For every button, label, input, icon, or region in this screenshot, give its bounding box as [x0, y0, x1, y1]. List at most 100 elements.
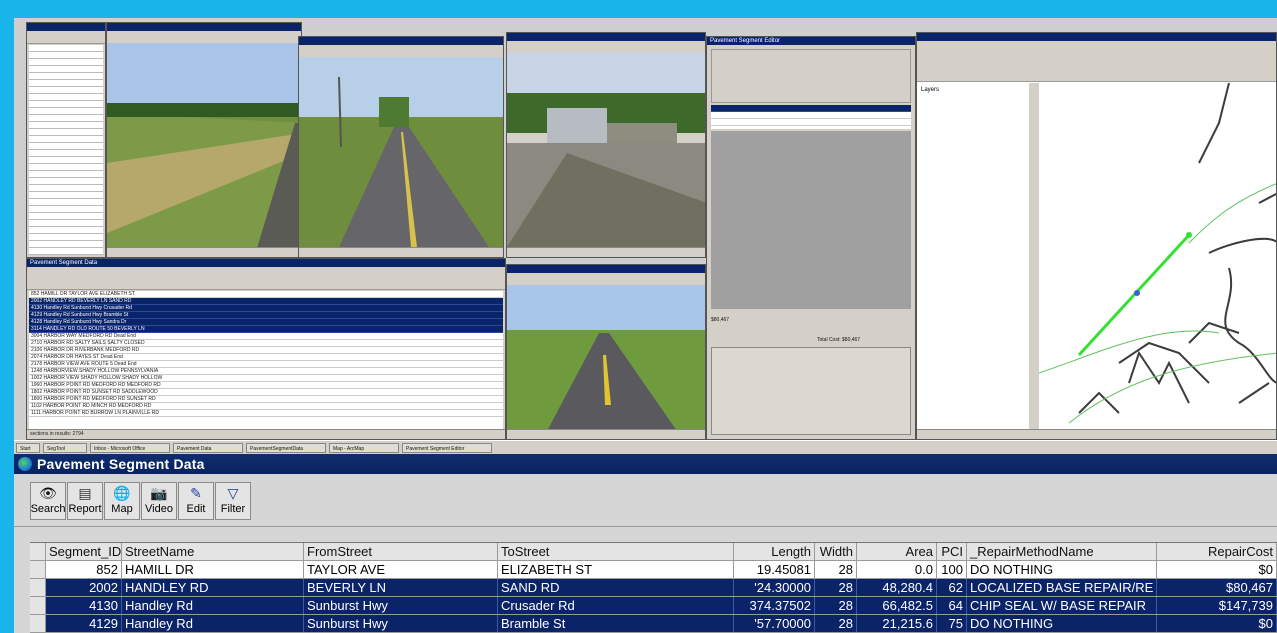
video-3-titlebar[interactable]	[507, 33, 705, 41]
mini-table-row[interactable]: 2074 HARBOR DR HAYES ST Dead End	[29, 354, 503, 361]
mini-table-rows[interactable]: 852 HAMILL DR TAYLOR AVE ELIZABETH ST 200…	[29, 291, 503, 429]
table-cell-pci: 62	[937, 579, 967, 596]
mini-table-row[interactable]: 1800 HARBOR POINT RD MEDFORD RD SUNSET R…	[29, 396, 503, 403]
edit-button[interactable]: ✎ Edit	[178, 482, 214, 520]
mini-table-row[interactable]: 1111 HARBOR POINT RD BURROW LN PLAINVILL…	[29, 410, 503, 417]
road-network-map[interactable]	[1039, 83, 1276, 431]
toolbar-button-label: Map	[111, 503, 133, 515]
table-cell-tostreet: Bramble St	[498, 615, 734, 632]
mini-table-row[interactable]: 3004 HARBOR WAY MEDFORD RD Dead End	[29, 333, 503, 340]
map-button[interactable]: 🌐 Map	[104, 482, 140, 520]
segment-editor-window[interactable]: Pavement Segment Editor $80,467 Total Co…	[706, 36, 916, 440]
table-cell-width: 28	[815, 615, 857, 632]
desktop-background: Pavement Segment Data 852 HAMILL DR TAYL…	[14, 18, 1277, 633]
globe-icon: 🌐	[113, 485, 131, 501]
column-header-repaircost[interactable]: RepairCost	[1157, 543, 1277, 560]
table-cell-area: 21,215.6	[857, 615, 937, 632]
editor-result-row[interactable]	[711, 105, 911, 112]
table-cell-repaircost: $0	[1157, 615, 1277, 632]
pavement-segment-data-window[interactable]: Pavement Segment Data 👁 Search ▤ Report 🌐 Map…	[14, 454, 1277, 633]
table-cell-length: '24.30000	[734, 579, 815, 596]
mini-table-row[interactable]: 1960 HARBOR POINT RD MEDFORD RD MEDFORD …	[29, 382, 503, 389]
report-icon: ▤	[78, 485, 92, 501]
arcmap-titlebar[interactable]	[917, 33, 1276, 41]
start-button[interactable]: Start	[16, 443, 40, 453]
mini-table-row[interactable]: 1002 HARBOR VIEW SHADY HOLLOW SHADY HOLL…	[29, 375, 503, 382]
report-button[interactable]: ▤ Report	[67, 482, 103, 520]
pci-list-grid	[29, 45, 103, 255]
video-window-2[interactable]	[298, 36, 504, 258]
mini-table-row[interactable]: 2002 HANDLEY RD BEVERLY LN SAND RD	[29, 298, 503, 305]
table-cell-segment-id: 4130	[46, 597, 122, 614]
video-1-titlebar[interactable]	[107, 23, 301, 31]
column-header-width[interactable]: Width	[815, 543, 857, 560]
binoculars-icon: 👁	[39, 485, 57, 501]
video-2-titlebar[interactable]	[299, 37, 503, 45]
taskbar-button[interactable]: Inbox - Microsoft Office	[90, 443, 170, 453]
mini-table-toolbar	[27, 267, 505, 290]
segment-data-grid[interactable]: Segment_ID StreetName FromStreet ToStreet Le…	[30, 542, 1277, 633]
search-button[interactable]: 👁 Search	[30, 482, 66, 520]
table-cell-fromstreet: BEVERLY LN	[304, 579, 498, 596]
taskbar-button[interactable]: PavementSegmentData	[246, 443, 326, 453]
mini-table-row[interactable]: 2106 HARBOR DR RIVERBANK MEDFORD RD	[29, 347, 503, 354]
pci-list-titlebar[interactable]	[27, 23, 105, 31]
road-photo-1	[107, 43, 301, 248]
mini-table-row[interactable]: 3114 HANDLEY RD OLD ROUTE 50 BEVERLY LN	[29, 326, 503, 333]
column-header-streetname[interactable]: StreetName	[122, 543, 304, 560]
arcmap-toc[interactable]: Layers	[917, 83, 1030, 429]
table-row[interactable]: 2002 HANDLEY RD BEVERLY LN SAND RD '24.30000…	[30, 579, 1277, 597]
mini-table-row[interactable]: 2178 HARBOR VIEW AVE ROUTE 5 Dead End	[29, 361, 503, 368]
table-cell-repaircost: $80,467	[1157, 579, 1277, 596]
editor-result-row[interactable]	[711, 119, 911, 126]
column-header-repairmethodname[interactable]: _RepairMethodName	[967, 543, 1157, 560]
column-header-tostreet[interactable]: ToStreet	[498, 543, 734, 560]
mini-table-row[interactable]: 4129 Handley Rd Sunburst Hwy Bramble St	[29, 312, 503, 319]
mini-table-row[interactable]: 4128 Handley Rd Sunburst Hwy Sandra Dr	[29, 319, 503, 326]
column-header-segment-id[interactable]: Segment_ID	[46, 543, 122, 560]
table-row[interactable]: 4130 Handley Rd Sunburst Hwy Crusader Rd 374…	[30, 597, 1277, 615]
row-selector[interactable]	[30, 615, 46, 632]
filter-button[interactable]: ▽ Filter	[215, 482, 251, 520]
column-header-pci[interactable]: PCI	[937, 543, 967, 560]
video-window-4[interactable]	[506, 264, 706, 440]
taskbar-button[interactable]: Map - ArcMap	[329, 443, 399, 453]
editor-results[interactable]	[711, 105, 911, 129]
editor-search-panel[interactable]	[711, 49, 911, 103]
mini-table-row[interactable]: 852 HAMILL DR TAYLOR AVE ELIZABETH ST	[29, 291, 503, 298]
windows-taskbar: Start SegTool Inbox - Microsoft Office Pave…	[14, 440, 1277, 455]
mini-table-row[interactable]: 2710 HARBOR RD SALTY SAILS SALTY CLOSED	[29, 340, 503, 347]
mini-table-titlebar[interactable]: Pavement Segment Data	[27, 259, 505, 267]
video-4-titlebar[interactable]	[507, 265, 705, 273]
pci-list-window[interactable]	[26, 22, 106, 258]
column-header-length[interactable]: Length	[734, 543, 815, 560]
taskbar-button[interactable]: Pavement Segment Editor	[402, 443, 492, 453]
mini-table-row[interactable]: 1248 HARBORVIEW SHADY HOLLOW PENNSYLVANI…	[29, 368, 503, 375]
row-selector[interactable]	[30, 597, 46, 614]
mini-table-row[interactable]: 1802 HARBOR POINT RD SUNSET RD SADDLEWOO…	[29, 389, 503, 396]
table-row[interactable]: 4129 Handley Rd Sunburst Hwy Bramble St '57.…	[30, 615, 1277, 633]
taskbar-button[interactable]: Pavement Data	[173, 443, 243, 453]
main-titlebar[interactable]: Pavement Segment Data	[14, 454, 1277, 474]
row-selector[interactable]	[30, 579, 46, 596]
column-header-fromstreet[interactable]: FromStreet	[304, 543, 498, 560]
mini-segment-table-window[interactable]: Pavement Segment Data 852 HAMILL DR TAYL…	[26, 258, 506, 440]
table-cell-width: 28	[815, 597, 857, 614]
road-photo-2	[299, 57, 503, 247]
editor-result-row[interactable]	[711, 112, 911, 119]
taskbar-button[interactable]: SegTool	[43, 443, 87, 453]
video-button[interactable]: 📷 Video	[141, 482, 177, 520]
mini-table-row[interactable]: 1102 HARBOR POINT RD MINCH RD MEDFORD RD	[29, 403, 503, 410]
editor-segment-info[interactable]	[711, 347, 911, 435]
arcmap-window[interactable]: Layers	[916, 32, 1277, 440]
video-4-status	[507, 429, 705, 439]
video-window-3[interactable]	[506, 32, 706, 258]
arcmap-status	[917, 429, 1276, 439]
mini-table-row[interactable]: 4130 Handley Rd Sunburst Hwy Crusader Rd	[29, 305, 503, 312]
window-title: Pavement Segment Data	[37, 456, 205, 472]
editor-titlebar[interactable]: Pavement Segment Editor	[707, 37, 915, 45]
row-selector[interactable]	[30, 561, 46, 578]
column-header-area[interactable]: Area	[857, 543, 937, 560]
table-row[interactable]: 852 HAMILL DR TAYLOR AVE ELIZABETH ST 19.450…	[30, 561, 1277, 579]
video-window-1[interactable]	[106, 22, 302, 258]
